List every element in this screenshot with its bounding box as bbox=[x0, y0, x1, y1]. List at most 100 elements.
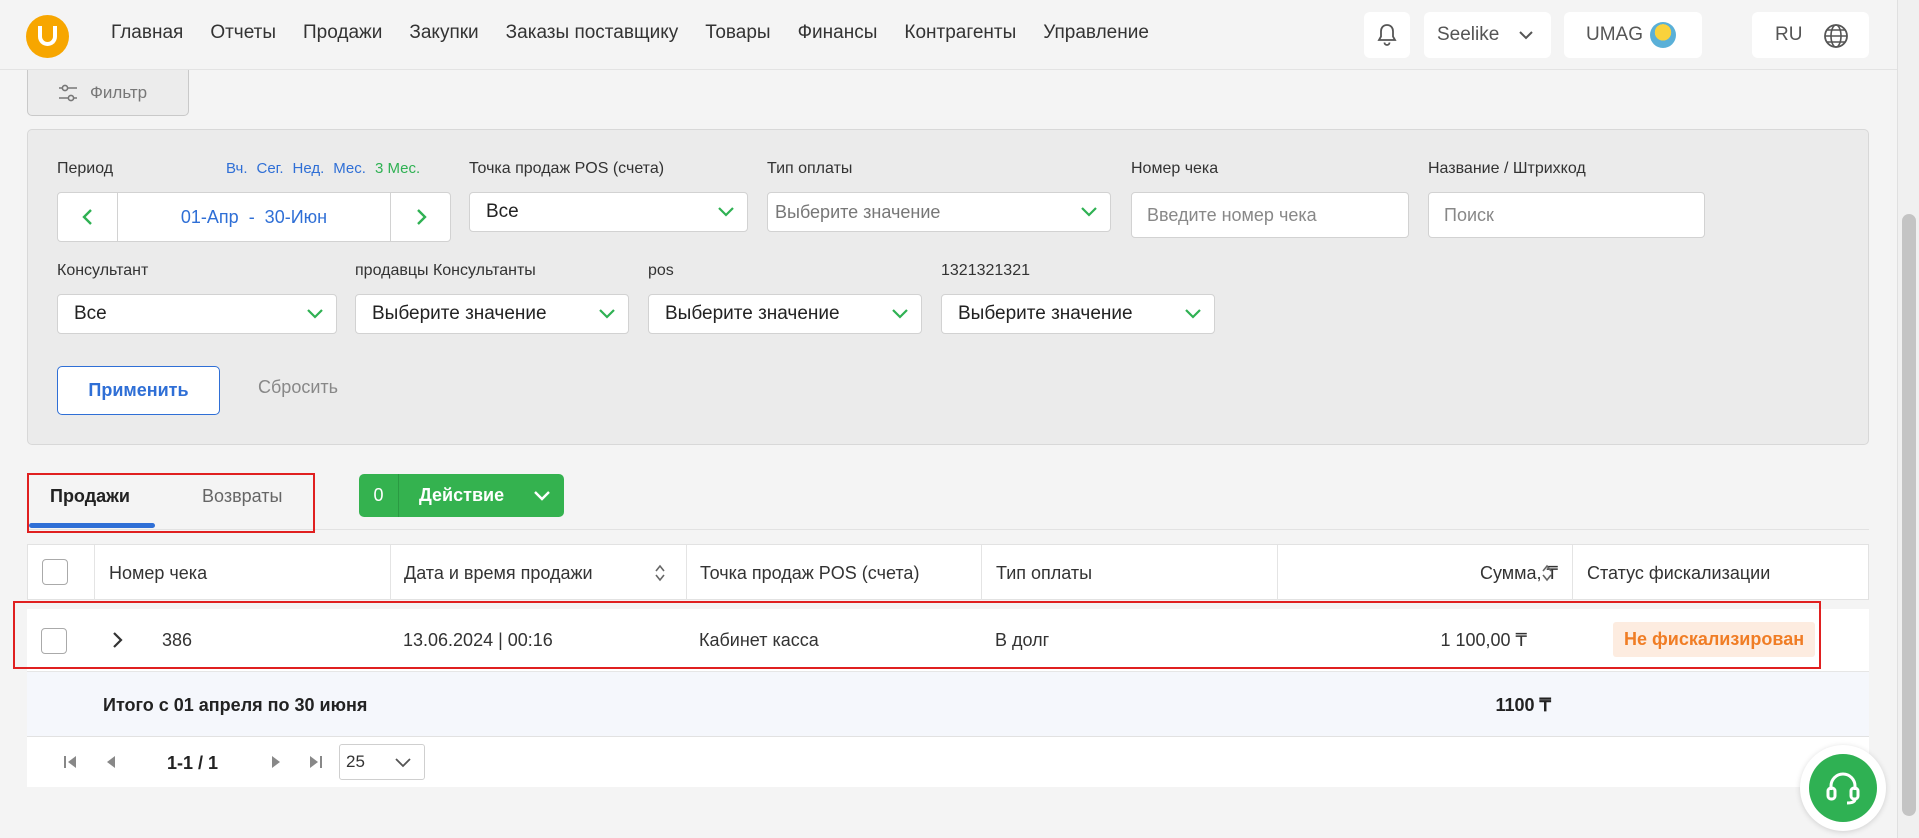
notifications-button[interactable] bbox=[1364, 12, 1410, 58]
nav-item-home[interactable]: Главная bbox=[111, 22, 183, 44]
tab-returns[interactable]: Возвраты bbox=[202, 486, 282, 507]
quick-period-today[interactable]: Сег. bbox=[257, 160, 284, 177]
col-header-receipt: Номер чека bbox=[109, 563, 208, 583]
receipt-number-input[interactable] bbox=[1131, 192, 1409, 238]
nav-item-supplier-orders[interactable]: Заказы поставщику bbox=[506, 22, 679, 44]
sellers-consultants-select[interactable]: Выберите значение bbox=[355, 294, 629, 334]
nav-item-purchases[interactable]: Закупки bbox=[409, 22, 478, 44]
column-separator bbox=[94, 545, 95, 600]
chevron-down-icon bbox=[1081, 207, 1097, 217]
organization-selector[interactable]: Seelike bbox=[1424, 12, 1551, 58]
total-label: Итого с 01 апреля по 30 июня bbox=[103, 695, 368, 715]
bell-icon bbox=[1377, 24, 1397, 46]
globe-icon bbox=[1824, 24, 1848, 48]
scrolled-header-ghost bbox=[0, 822, 1897, 838]
column-separator bbox=[390, 545, 391, 600]
column-separator bbox=[1572, 545, 1573, 600]
chevron-down-icon bbox=[395, 758, 411, 768]
sellers-consultants-value: Выберите значение bbox=[372, 303, 547, 324]
sales-table-header: Номер чека Дата и время продажи Точка пр… bbox=[27, 544, 1869, 600]
chevron-down-icon bbox=[307, 309, 323, 319]
page-scrollbar[interactable] bbox=[1897, 0, 1919, 838]
bulk-action-button[interactable]: 0 Действие bbox=[359, 474, 564, 517]
bulk-action-label: Действие bbox=[419, 485, 505, 505]
quick-period-month[interactable]: Мес. bbox=[333, 160, 366, 177]
sliders-icon bbox=[59, 84, 77, 101]
column-separator bbox=[686, 545, 687, 600]
support-chat-button[interactable] bbox=[1800, 745, 1886, 831]
payment-type-select[interactable]: Выберите значение bbox=[767, 192, 1111, 232]
pos-select[interactable]: Все bbox=[469, 192, 748, 232]
first-page-icon[interactable] bbox=[63, 755, 79, 769]
chevron-right-icon bbox=[416, 209, 427, 225]
column-separator bbox=[1277, 545, 1278, 600]
nav-item-reports[interactable]: Отчеты bbox=[210, 22, 276, 44]
select-all-checkbox[interactable] bbox=[42, 559, 68, 585]
period-label: Период bbox=[57, 160, 114, 177]
payment-type-placeholder: Выберите значение bbox=[775, 201, 941, 222]
chevron-down-icon bbox=[1185, 309, 1201, 319]
chevron-down-icon bbox=[892, 309, 908, 319]
quick-period-yesterday[interactable]: Вч. bbox=[226, 160, 248, 177]
reset-button[interactable]: Сбросить bbox=[258, 377, 338, 398]
custom-attribute-value: Выберите значение bbox=[958, 303, 1133, 324]
chevron-left-icon bbox=[81, 209, 92, 225]
organization-name: Seelike bbox=[1437, 24, 1500, 45]
column-separator bbox=[981, 545, 982, 600]
period-range[interactable]: 01-Апр - 30-Июн bbox=[118, 193, 390, 241]
quick-period-3-months[interactable]: 3 Мес. bbox=[375, 160, 420, 177]
total-value: 1100 ₸ bbox=[1495, 695, 1551, 715]
period-prev-button[interactable] bbox=[58, 193, 118, 241]
page-size-select[interactable]: 25 bbox=[339, 744, 425, 780]
filter-toggle-button[interactable]: Фильтр bbox=[27, 70, 189, 116]
col-header-pos: Точка продаж POS (счета) bbox=[700, 563, 920, 583]
nav-item-products[interactable]: Товары bbox=[705, 22, 770, 44]
period-next-button[interactable] bbox=[390, 193, 450, 241]
next-page-icon[interactable] bbox=[270, 755, 282, 769]
language-code: RU bbox=[1775, 24, 1803, 45]
col-header-payment: Тип оплаты bbox=[996, 563, 1093, 583]
last-page-icon[interactable] bbox=[307, 755, 323, 769]
pos-attribute-label: pos bbox=[648, 262, 674, 279]
active-tab-indicator bbox=[29, 523, 155, 528]
pos-attribute-select[interactable]: Выберите значение bbox=[648, 294, 922, 334]
pagination: 1-1 / 1 25 bbox=[27, 737, 1869, 787]
chevron-down-icon bbox=[718, 207, 734, 217]
scrollbar-thumb[interactable] bbox=[1902, 214, 1916, 816]
account-button[interactable]: UMAG bbox=[1564, 12, 1702, 58]
filter-toggle-label: Фильтр bbox=[90, 82, 148, 102]
quick-period-links: Вч. Сег. Нед. Мес. 3 Мес. bbox=[226, 160, 420, 177]
headset-icon bbox=[1826, 772, 1860, 805]
nav-item-finance[interactable]: Финансы bbox=[798, 22, 878, 44]
nav-item-management[interactable]: Управление bbox=[1043, 22, 1149, 44]
bulk-action-dropdown[interactable] bbox=[519, 474, 564, 517]
apply-button[interactable]: Применить bbox=[57, 366, 220, 415]
custom-attribute-select[interactable]: Выберите значение bbox=[941, 294, 1215, 334]
quick-period-week[interactable]: Нед. bbox=[292, 160, 324, 177]
col-header-datetime[interactable]: Дата и время продажи bbox=[404, 563, 593, 584]
sellers-consultants-label: продавцы Консультанты bbox=[355, 262, 536, 279]
nav-item-sales[interactable]: Продажи bbox=[303, 22, 382, 44]
user-avatar bbox=[1650, 22, 1676, 48]
main-menu: Главная Отчеты Продажи Закупки Заказы по… bbox=[111, 22, 1176, 44]
payment-type-label: Тип оплаты bbox=[767, 160, 853, 177]
chevron-down-icon bbox=[1519, 31, 1533, 40]
brand-label: UMAG bbox=[1586, 24, 1643, 45]
top-navigation-bar: Главная Отчеты Продажи Закупки Заказы по… bbox=[0, 0, 1897, 70]
receipt-number-label: Номер чека bbox=[1131, 160, 1219, 177]
tab-sales[interactable]: Продажи bbox=[50, 486, 130, 507]
nav-item-counterparties[interactable]: Контрагенты bbox=[904, 22, 1016, 44]
sort-icon[interactable] bbox=[1540, 564, 1554, 582]
pos-select-value: Все bbox=[486, 201, 519, 222]
selected-count: 0 bbox=[359, 474, 399, 517]
sort-icon[interactable] bbox=[653, 564, 667, 582]
name-barcode-search-input[interactable] bbox=[1428, 192, 1705, 238]
pos-filter-label: Точка продаж POS (счета) bbox=[469, 160, 665, 177]
pagination-range: 1-1 / 1 bbox=[167, 753, 219, 773]
table-total-row: Итого с 01 апреля по 30 июня 1100 ₸ bbox=[27, 672, 1869, 737]
page-size-value: 25 bbox=[346, 752, 365, 771]
language-selector[interactable]: RU bbox=[1752, 12, 1869, 58]
prev-page-icon[interactable] bbox=[105, 755, 117, 769]
consultant-select[interactable]: Все bbox=[57, 294, 337, 334]
app-logo[interactable] bbox=[26, 15, 69, 58]
